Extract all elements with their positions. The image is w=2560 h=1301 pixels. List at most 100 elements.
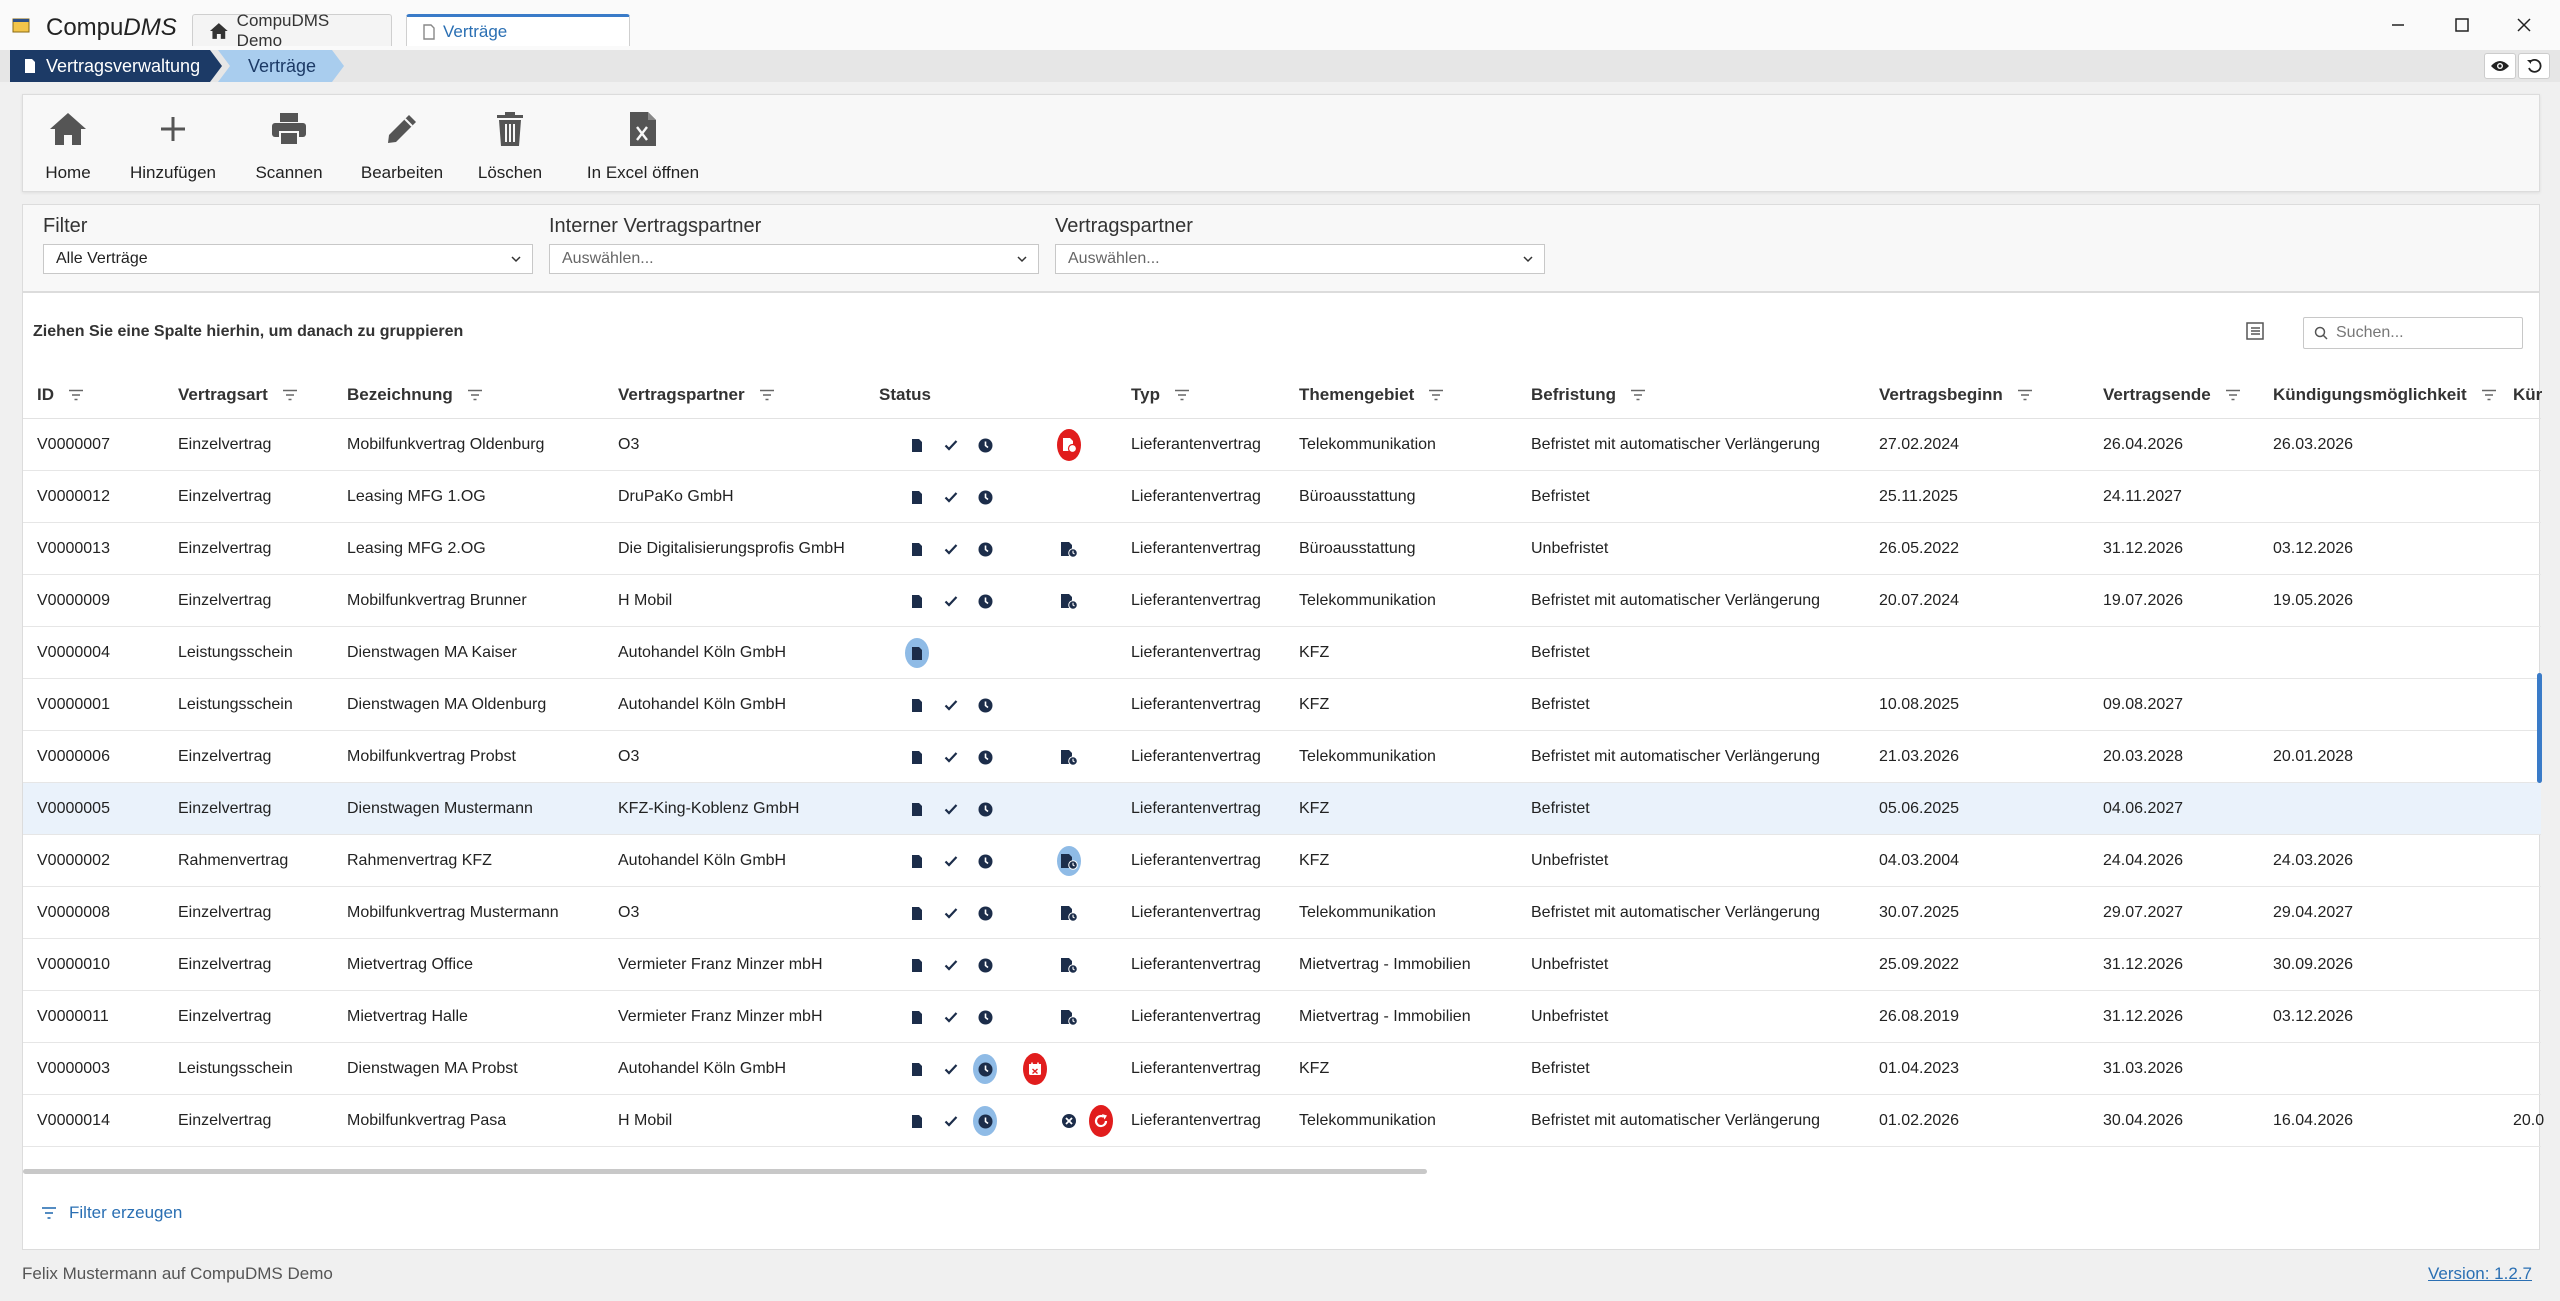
column-header-vertragsende[interactable]: Vertragsende bbox=[2103, 371, 2241, 419]
cell-beginn: 27.02.2024 bbox=[1879, 436, 1960, 453]
chevron-down-icon bbox=[1523, 256, 1533, 263]
contracts-grid: Ziehen Sie eine Spalte hierhin, um danac… bbox=[22, 292, 2544, 1250]
cell-art: Leistungsschein bbox=[178, 644, 293, 661]
add-button[interactable]: Hinzufügen bbox=[123, 105, 223, 183]
cell-partner: Vermieter Franz Minzer mbH bbox=[618, 956, 823, 973]
cell-bez: Mobilfunkvertrag Pasa bbox=[347, 1112, 507, 1129]
document-icon bbox=[905, 419, 929, 471]
tab-compudms-demo[interactable]: CompuDMS Demo bbox=[192, 11, 392, 50]
cell-thema: Mietvertrag - Immobilien bbox=[1299, 956, 1471, 973]
column-header-vertragspartner[interactable]: Vertragspartner bbox=[618, 371, 775, 419]
column-header-bezeichnung[interactable]: Bezeichnung bbox=[347, 371, 483, 419]
alert-calendar-icon bbox=[1023, 1043, 1047, 1095]
table-row[interactable]: V0000003 Leistungsschein Dienstwagen MA Pr… bbox=[23, 1043, 2541, 1095]
version-link[interactable]: Version: 1.2.7 bbox=[2428, 1264, 2532, 1284]
cell-art: Einzelvertrag bbox=[178, 904, 272, 921]
trash-icon bbox=[497, 112, 523, 146]
tab-vertraege[interactable]: Verträge bbox=[406, 14, 630, 46]
clock-icon bbox=[973, 419, 997, 471]
refresh-button[interactable] bbox=[2518, 53, 2550, 79]
partner-select[interactable]: Auswählen... bbox=[1055, 244, 1545, 274]
cell-id: V0000004 bbox=[37, 644, 110, 661]
maximize-button[interactable] bbox=[2432, 10, 2492, 40]
status-user: Felix Mustermann auf CompuDMS Demo bbox=[22, 1264, 333, 1283]
table-row[interactable]: V0000006 Einzelvertrag Mobilfunkvertrag Pr… bbox=[23, 731, 2541, 783]
scan-button[interactable]: Scannen bbox=[249, 105, 329, 183]
table-row[interactable]: V0000004 Leistungsschein Dienstwagen MA Ka… bbox=[23, 627, 2541, 679]
cell-ende: 09.08.2027 bbox=[2103, 696, 2184, 713]
cell-art: Einzelvertrag bbox=[178, 1008, 272, 1025]
check-icon bbox=[939, 991, 963, 1043]
column-header-status[interactable]: Status bbox=[879, 371, 931, 419]
column-header-vertragsbeginn[interactable]: Vertragsbeginn bbox=[1879, 371, 2033, 419]
cell-befr: Befristet mit automatischer Verlängerung bbox=[1531, 1112, 1821, 1129]
document-clock-icon bbox=[1057, 991, 1081, 1043]
group-panel-hint[interactable]: Ziehen Sie eine Spalte hierhin, um danac… bbox=[33, 323, 463, 341]
column-filter-icon[interactable] bbox=[467, 389, 483, 401]
cell-beginn: 25.11.2025 bbox=[1879, 488, 1958, 505]
cell-typ: Lieferantenvertrag bbox=[1131, 800, 1261, 817]
search-icon bbox=[2314, 326, 2328, 340]
column-filter-icon[interactable] bbox=[2017, 389, 2033, 401]
document-icon bbox=[905, 731, 929, 783]
horizontal-scrollbar[interactable] bbox=[23, 1169, 1427, 1174]
home-button[interactable]: Home bbox=[37, 105, 99, 183]
delete-button[interactable]: Löschen bbox=[475, 105, 545, 183]
column-header-id[interactable]: ID bbox=[37, 371, 84, 419]
cell-partner: Vermieter Franz Minzer mbH bbox=[618, 1008, 823, 1025]
cell-bez: Mobilfunkvertrag Oldenburg bbox=[347, 436, 545, 453]
table-row[interactable]: V0000002 Rahmenvertrag Rahmenvertrag KFZ Au… bbox=[23, 835, 2541, 887]
column-filter-icon[interactable] bbox=[1174, 389, 1190, 401]
cell-ende: 24.11.2027 bbox=[2103, 488, 2182, 505]
cell-partner: Die Digitalisierungsprofis GmbH bbox=[618, 540, 845, 557]
table-row[interactable]: V0000001 Leistungsschein Dienstwagen MA Ol… bbox=[23, 679, 2541, 731]
printer-icon bbox=[272, 113, 306, 146]
internal-partner-select[interactable]: Auswählen... bbox=[549, 244, 1039, 274]
column-filter-icon[interactable] bbox=[1428, 389, 1444, 401]
open-in-excel-button[interactable]: In Excel öffnen bbox=[583, 105, 703, 183]
table-row[interactable]: V0000008 Einzelvertrag Mobilfunkvertrag Mu… bbox=[23, 887, 2541, 939]
document-icon bbox=[423, 23, 435, 40]
table-row[interactable]: V0000013 Einzelvertrag Leasing MFG 2.OG Die… bbox=[23, 523, 2541, 575]
breadcrumb-vertragsverwaltung[interactable]: Vertragsverwaltung bbox=[10, 50, 222, 82]
cell-befr: Befristet bbox=[1531, 644, 1590, 661]
table-row[interactable]: V0000007 Einzelvertrag Mobilfunkvertrag Ol… bbox=[23, 419, 2541, 471]
cell-typ: Lieferantenvertrag bbox=[1131, 748, 1261, 765]
cell-befr: Befristet mit automatischer Verlängerung bbox=[1531, 592, 1821, 609]
create-filter-button[interactable]: Filter erzeugen bbox=[41, 1203, 182, 1223]
column-filter-icon[interactable] bbox=[1630, 389, 1646, 401]
column-header-typ[interactable]: Typ bbox=[1131, 371, 1190, 419]
table-row[interactable]: V0000009 Einzelvertrag Mobilfunkvertrag Br… bbox=[23, 575, 2541, 627]
table-row[interactable]: V0000005 Einzelvertrag Dienstwagen Musterm… bbox=[23, 783, 2541, 835]
filter-icon bbox=[42, 1207, 56, 1219]
close-button[interactable] bbox=[2494, 10, 2554, 40]
column-filter-icon[interactable] bbox=[68, 389, 84, 401]
table-row[interactable]: V0000011 Einzelvertrag Mietvertrag Halle Ve… bbox=[23, 991, 2541, 1043]
column-header-kuendigungsmoeglichkeit[interactable]: Kündigungsmöglichkeit bbox=[2273, 371, 2497, 419]
column-header-kuer[interactable]: Kür bbox=[2513, 371, 2542, 419]
cell-id: V0000013 bbox=[37, 540, 110, 557]
column-header-themengebiet[interactable]: Themengebiet bbox=[1299, 371, 1444, 419]
column-filter-icon[interactable] bbox=[2481, 389, 2497, 401]
preview-button[interactable] bbox=[2484, 53, 2516, 79]
column-filter-icon[interactable] bbox=[2225, 389, 2241, 401]
cell-typ: Lieferantenvertrag bbox=[1131, 904, 1261, 921]
cell-thema: Büroausstattung bbox=[1299, 540, 1416, 557]
check-icon bbox=[939, 1095, 963, 1147]
table-row[interactable]: V0000010 Einzelvertrag Mietvertrag Office V… bbox=[23, 939, 2541, 991]
column-header-befristung[interactable]: Befristung bbox=[1531, 371, 1646, 419]
minimize-button[interactable] bbox=[2368, 10, 2428, 40]
search-input[interactable]: Suchen... bbox=[2303, 317, 2523, 349]
edit-button[interactable]: Bearbeiten bbox=[357, 105, 447, 183]
table-row[interactable]: V0000014 Einzelvertrag Mobilfunkvertrag Pa… bbox=[23, 1095, 2544, 1147]
column-filter-icon[interactable] bbox=[759, 389, 775, 401]
column-chooser-icon[interactable] bbox=[2245, 321, 2265, 341]
vertical-scrollbar[interactable] bbox=[2537, 673, 2542, 783]
column-filter-icon[interactable] bbox=[282, 389, 298, 401]
filter-select[interactable]: Alle Verträge bbox=[43, 244, 533, 274]
cell-bez: Mobilfunkvertrag Probst bbox=[347, 748, 516, 765]
column-header-vertragsart[interactable]: Vertragsart bbox=[178, 371, 298, 419]
breadcrumb-vertraege[interactable]: Verträge bbox=[218, 50, 344, 82]
cell-ende: 31.12.2026 bbox=[2103, 1008, 2184, 1025]
table-row[interactable]: V0000012 Einzelvertrag Leasing MFG 1.OG Dru… bbox=[23, 471, 2541, 523]
